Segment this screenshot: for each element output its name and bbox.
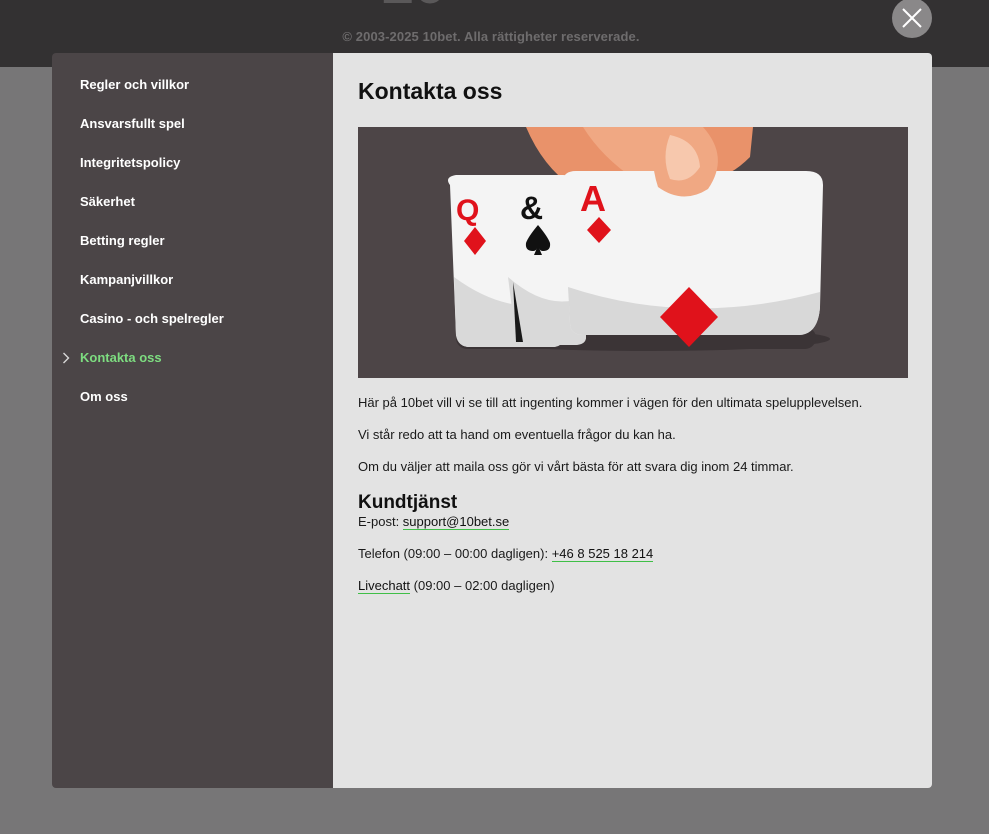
sidebar-nav: Regler och villkor Ansvarsfullt spel Int… (52, 53, 333, 788)
sidebar-item-integritetspolicy[interactable]: Integritetspolicy (52, 147, 333, 186)
sidebar-item-om-oss[interactable]: Om oss (52, 381, 333, 420)
sidebar-item-ansvarsfullt-spel[interactable]: Ansvarsfullt spel (52, 108, 333, 147)
sidebar-item-label: Regler och villkor (80, 77, 190, 92)
sidebar-item-label: Betting regler (80, 233, 165, 248)
card-ace-rank: A (580, 178, 606, 219)
sidebar-item-kampanjvillkor[interactable]: Kampanjvillkor (52, 264, 333, 303)
copyright-text: © 2003-2025 10bet. Alla rättigheter rese… (342, 29, 640, 44)
page-title: Kontakta oss (358, 78, 503, 104)
support-heading: Kundtjänst (358, 492, 458, 513)
phone-label: Telefon (09:00 – 00:00 dagligen): (358, 546, 552, 561)
intro-paragraph-1: Här på 10bet vill vi se till att ingenti… (358, 395, 863, 410)
sidebar-item-label: Säkerhet (80, 194, 135, 209)
email-line: E-post: support@10bet.se (358, 514, 908, 530)
sidebar-item-label: Integritetspolicy (80, 155, 181, 170)
sidebar-item-label: Ansvarsfullt spel (80, 116, 185, 131)
livechat-link[interactable]: Livechatt (358, 578, 411, 594)
sidebar-item-casino-och-spelregler[interactable]: Casino - och spelregler (52, 303, 333, 342)
phone-link[interactable]: +46 8 525 18 214 (551, 546, 654, 562)
email-label: E-post: (358, 514, 403, 529)
sidebar-item-label: Om oss (80, 389, 128, 404)
sidebar-item-sakerhet[interactable]: Säkerhet (52, 186, 333, 225)
livechat-line: Livechatt (09:00 – 02:00 dagligen) (358, 578, 908, 594)
footer-logo: 10 (380, 0, 475, 4)
close-icon (902, 8, 922, 28)
chevron-right-icon (63, 352, 70, 364)
content-panel: Kontakta oss Q & A Här på 10bet vill vi … (333, 53, 932, 788)
livechat-hours: (09:00 – 02:00 dagligen) (410, 578, 555, 593)
sidebar-item-label: Kampanjvillkor (80, 272, 174, 287)
phone-line: Telefon (09:00 – 00:00 dagligen): +46 8 … (358, 546, 908, 562)
hero-illustration: Q & A (358, 127, 908, 378)
intro-paragraph-2: Vi står redo att ta hand om eventuella f… (358, 427, 676, 442)
sidebar-item-label: Kontakta oss (80, 350, 162, 365)
sidebar-item-betting-regler[interactable]: Betting regler (52, 225, 333, 264)
card-ace: A (563, 171, 823, 347)
sidebar-item-label: Casino - och spelregler (80, 311, 224, 326)
email-link[interactable]: support@10bet.se (402, 514, 510, 530)
sidebar-item-kontakta-oss[interactable]: Kontakta oss (52, 342, 333, 381)
card-queen-rank: Q (456, 194, 479, 227)
sidebar-item-regler-och-villkor[interactable]: Regler och villkor (52, 69, 333, 108)
playing-cards-image: Q & A (448, 127, 830, 351)
intro-paragraph-3: Om du väljer att maila oss gör vi vårt b… (358, 459, 794, 474)
card-spade-rank: & (520, 190, 543, 226)
info-modal: Regler och villkor Ansvarsfullt spel Int… (52, 53, 932, 788)
